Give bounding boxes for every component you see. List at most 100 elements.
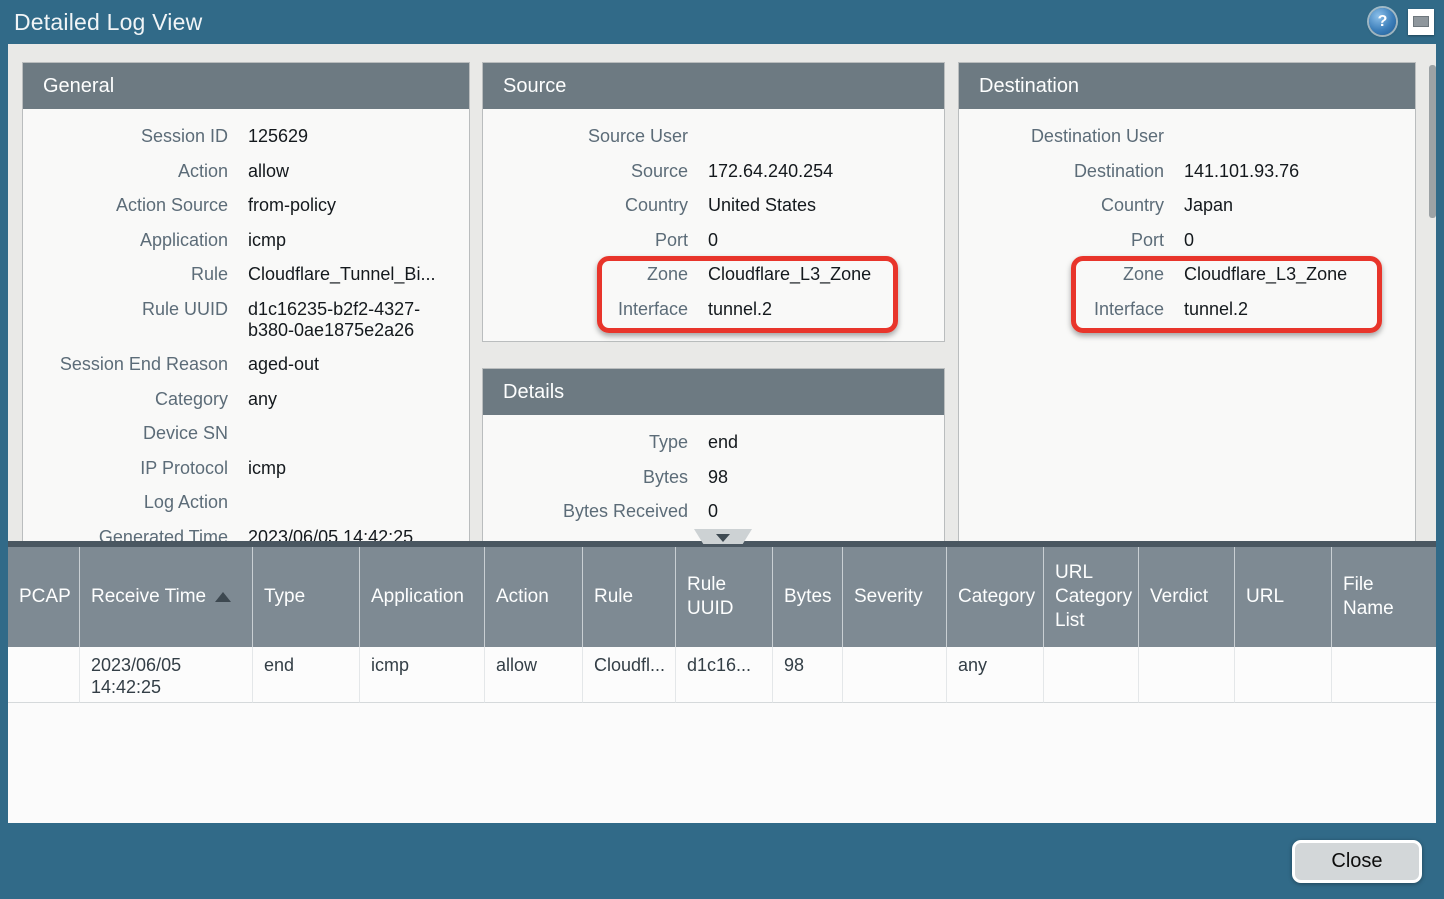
detail-panels-pane: General Session ID 125629 Action allow Act… — [8, 44, 1436, 541]
field-value: 2023/06/05 14:42:25 — [248, 527, 413, 542]
cell-rule-uuid: d1c16... — [676, 647, 773, 703]
log-table-header: PCAP Receive Time Type Application Actio… — [8, 547, 1436, 647]
field-label: Port — [483, 230, 688, 251]
field-label: Rule UUID — [23, 299, 228, 341]
cell-url — [1235, 647, 1332, 703]
column-header-label: Rule — [594, 585, 633, 609]
column-header-url[interactable]: URL — [1235, 547, 1332, 647]
column-header-label: File Name — [1343, 573, 1425, 621]
column-header-label: Severity — [854, 585, 923, 609]
column-header-file-name[interactable]: File Name — [1332, 547, 1436, 647]
column-header-action[interactable]: Action — [485, 547, 583, 647]
field-value: Cloudflare_Tunnel_Bi... — [248, 264, 435, 285]
field-value: Japan — [1184, 195, 1233, 216]
field-row-source-user: Source User — [483, 126, 944, 147]
cell-receive-time: 2023/06/05 14:42:25 — [80, 647, 253, 703]
dialog-title: Detailed Log View — [14, 9, 202, 36]
panel-details-body: Typeend Bytes98 Bytes Received0 — [483, 415, 944, 541]
field-row-source-zone: Zone Cloudflare_L3_Zone — [483, 264, 944, 285]
column-header-receive-time[interactable]: Receive Time — [80, 547, 253, 647]
field-value: d1c16235-b2f2-4327-b380-0ae1875e2a26 — [248, 299, 461, 341]
column-header-verdict[interactable]: Verdict — [1139, 547, 1235, 647]
field-row-device-sn: Device SN — [23, 423, 469, 444]
field-label: Generated Time — [23, 527, 228, 542]
field-label: Session ID — [23, 126, 228, 147]
field-row-source-country: Country United States — [483, 195, 944, 216]
column-header-rule[interactable]: Rule — [583, 547, 676, 647]
cell-action: allow — [485, 647, 583, 703]
window-restore-icon[interactable] — [1408, 9, 1434, 35]
field-value: Cloudflare_L3_Zone — [1184, 264, 1347, 285]
field-label: Interface — [959, 299, 1164, 320]
field-value: United States — [708, 195, 816, 216]
field-row-source-port: Port0 — [483, 230, 944, 251]
field-value: 0 — [708, 501, 718, 522]
column-header-label: Category — [958, 585, 1035, 609]
field-row-type: Typeend — [483, 432, 944, 453]
field-row-source: Source172.64.240.254 — [483, 161, 944, 182]
column-header-category[interactable]: Category — [947, 547, 1044, 647]
column-header-severity[interactable]: Severity — [843, 547, 947, 647]
field-value: 141.101.93.76 — [1184, 161, 1299, 182]
field-label: Country — [959, 195, 1164, 216]
field-label: Action — [23, 161, 228, 182]
field-value: icmp — [248, 458, 286, 479]
close-button[interactable]: Close — [1292, 840, 1422, 883]
field-row-rule-uuid: Rule UUID d1c16235-b2f2-4327-b380-0ae1875… — [23, 299, 469, 341]
field-row-bytes: Bytes98 — [483, 467, 944, 488]
field-label: Type — [483, 432, 688, 453]
field-label: Destination — [959, 161, 1164, 182]
log-table: PCAP Receive Time Type Application Actio… — [8, 547, 1436, 823]
help-glyph: ? — [1378, 13, 1388, 31]
field-value: Cloudflare_L3_Zone — [708, 264, 871, 285]
field-value: from-policy — [248, 195, 336, 216]
field-value: 172.64.240.254 — [708, 161, 833, 182]
field-value: aged-out — [248, 354, 319, 375]
help-icon[interactable]: ? — [1369, 8, 1396, 35]
field-value: allow — [248, 161, 289, 182]
title-bar-icons: ? — [1369, 8, 1434, 35]
column-header-label: URL — [1246, 585, 1284, 609]
column-header-rule-uuid[interactable]: Rule UUID — [676, 547, 773, 647]
field-label: Country — [483, 195, 688, 216]
field-label: Zone — [483, 264, 688, 285]
field-label: Bytes — [483, 467, 688, 488]
column-header-pcap[interactable]: PCAP — [8, 547, 80, 647]
field-row-destination-interface: Interface tunnel.2 — [959, 299, 1415, 320]
column-header-bytes[interactable]: Bytes — [773, 547, 843, 647]
field-label: Source User — [483, 126, 688, 147]
panel-details-header: Details — [483, 369, 944, 415]
panel-general: General Session ID 125629 Action allow Act… — [22, 62, 470, 541]
field-row-destination: Destination 141.101.93.76 — [959, 161, 1415, 182]
splitter-collapse-handle[interactable] — [694, 529, 752, 544]
field-value: 0 — [1184, 230, 1194, 251]
field-row-bytes-received: Bytes Received0 — [483, 501, 944, 522]
field-row-action: Action allow — [23, 161, 469, 182]
column-header-type[interactable]: Type — [253, 547, 360, 647]
field-row-destination-port: Port0 — [959, 230, 1415, 251]
field-row-generated-time: Generated Time 2023/06/05 14:42:25 — [23, 527, 469, 542]
column-header-label: Type — [264, 585, 305, 609]
field-row-destination-country: Country Japan — [959, 195, 1415, 216]
field-row-session-end-reason: Session End Reasonaged-out — [23, 354, 469, 375]
field-row-ip-protocol: IP Protocolicmp — [23, 458, 469, 479]
vertical-scrollbar-thumb[interactable] — [1429, 65, 1436, 218]
window-restore-icon-inner — [1413, 16, 1429, 27]
field-label: Action Source — [23, 195, 228, 216]
log-table-row[interactable]: 2023/06/05 14:42:25 end icmp allow Cloud… — [8, 647, 1436, 703]
field-value: tunnel.2 — [1184, 299, 1248, 320]
field-value: 125629 — [248, 126, 308, 147]
panel-destination-body: Destination User Destination141.101.93.7… — [959, 109, 1415, 341]
field-value: tunnel.2 — [708, 299, 772, 320]
panel-source: Source Source User Source172.64.240.254 … — [482, 62, 945, 342]
chevron-down-icon — [716, 534, 730, 542]
field-value: any — [248, 389, 277, 410]
column-header-application[interactable]: Application — [360, 547, 485, 647]
column-header-url-category-list[interactable]: URL Category List — [1044, 547, 1139, 647]
cell-application: icmp — [360, 647, 485, 703]
field-row-rule: RuleCloudflare_Tunnel_Bi... — [23, 264, 469, 285]
field-value: end — [708, 432, 738, 453]
panel-general-header: General — [23, 63, 469, 109]
column-header-label: Application — [371, 585, 464, 609]
field-label: Zone — [959, 264, 1164, 285]
